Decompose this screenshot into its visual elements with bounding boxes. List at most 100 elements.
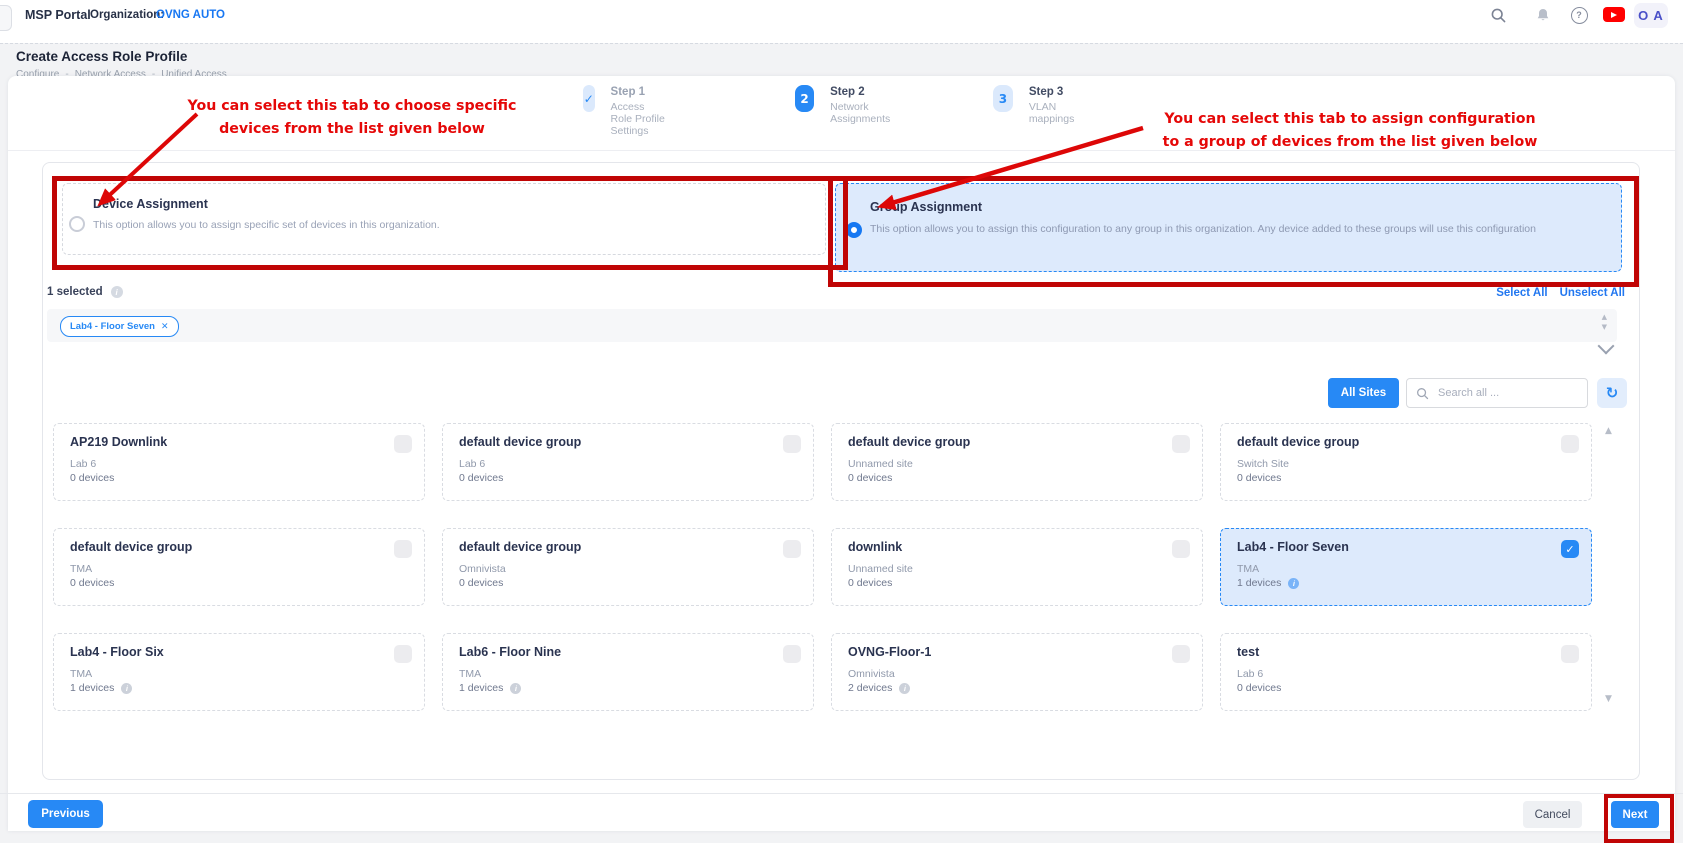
device-group-card[interactable]: downlink Unnamed site 0 devices: [831, 528, 1203, 606]
group-device-count: 1 devices: [1237, 577, 1281, 589]
device-group-card[interactable]: AP219 Downlink Lab 6 0 devices: [53, 423, 425, 501]
device-group-card[interactable]: default device group TMA 0 devices: [53, 528, 425, 606]
info-icon[interactable]: i: [111, 286, 123, 298]
group-name: default device group: [70, 540, 192, 554]
group-assignment-description: This option allows you to assign this co…: [870, 222, 1590, 237]
device-group-card[interactable]: Lab6 - Floor Nine TMA 1 devices i: [442, 633, 814, 711]
refresh-button[interactable]: ↻: [1597, 378, 1627, 408]
device-assignment-option[interactable]: Device Assignment This option allows you…: [62, 183, 826, 255]
device-group-card[interactable]: Lab4 - Floor Seven TMA 1 devices i ✓: [1220, 528, 1592, 606]
device-info-icon[interactable]: i: [899, 683, 910, 694]
all-sites-button[interactable]: All Sites: [1328, 378, 1399, 408]
group-site: Switch Site: [1237, 458, 1289, 470]
device-assignment-title: Device Assignment: [93, 197, 208, 211]
group-checkbox[interactable]: [783, 540, 801, 558]
search-input[interactable]: [1436, 386, 1570, 400]
group-device-count: 0 devices: [459, 472, 503, 484]
selected-count-row: 1 selected i: [47, 286, 123, 298]
step-subtitle: VLAN mappings: [1029, 101, 1083, 125]
device-assignment-radio[interactable]: [69, 216, 85, 232]
group-device-count: 1 devices: [459, 682, 503, 694]
group-name: default device group: [459, 540, 581, 554]
group-name: OVNG-Floor-1: [848, 645, 931, 659]
group-site: TMA: [70, 563, 92, 575]
device-info-icon[interactable]: i: [1288, 578, 1299, 589]
strip-scroll-spinner: ▲ ▼: [1602, 313, 1607, 331]
group-name: Lab4 - Floor Seven: [1237, 540, 1349, 554]
group-name: AP219 Downlink: [70, 435, 167, 449]
group-assignment-option[interactable]: Group Assignment This option allows you …: [835, 183, 1622, 272]
organization-value[interactable]: OVNG AUTO: [156, 9, 225, 21]
step-badge: 3: [993, 85, 1013, 112]
grid-scroll-down-icon[interactable]: ▼: [1605, 694, 1612, 704]
group-assignment-radio[interactable]: [846, 222, 862, 238]
device-group-card[interactable]: default device group Unnamed site 0 devi…: [831, 423, 1203, 501]
group-checkbox[interactable]: [1561, 435, 1579, 453]
group-checkbox[interactable]: [783, 435, 801, 453]
device-group-card[interactable]: default device group Lab 6 0 devices: [442, 423, 814, 501]
selection-links: Select All Unselect All: [1450, 287, 1625, 299]
group-site: Unnamed site: [848, 458, 913, 470]
group-name: default device group: [848, 435, 970, 449]
group-checkbox[interactable]: [394, 645, 412, 663]
group-checkbox[interactable]: [1561, 645, 1579, 663]
group-assignment-title: Group Assignment: [870, 200, 982, 214]
search-box: [1406, 378, 1588, 408]
next-button[interactable]: Next: [1611, 801, 1659, 828]
device-group-card[interactable]: OVNG-Floor-1 Omnivista 2 devices i: [831, 633, 1203, 711]
stepper-divider: [8, 150, 1675, 151]
chip-list: Lab4 - Floor Seven ✕: [47, 309, 1617, 342]
bell-icon[interactable]: [1534, 6, 1552, 24]
chip-remove-icon[interactable]: ✕: [161, 322, 169, 332]
group-device-count: 0 devices: [1237, 472, 1281, 484]
group-name: default device group: [459, 435, 581, 449]
stepper-step[interactable]: ✓ Step 1 Access Role Profile Settings: [583, 85, 665, 137]
group-checkbox[interactable]: [394, 435, 412, 453]
top-bar: MSP Portal Organization: OVNG AUTO ? O A: [0, 0, 1683, 43]
chip-label: Lab4 - Floor Seven: [70, 321, 155, 332]
group-site: Omnivista: [459, 563, 506, 575]
search-icon[interactable]: [1489, 6, 1507, 24]
stepper-step[interactable]: 3 Step 3 VLAN mappings: [993, 85, 1083, 125]
device-info-icon[interactable]: i: [121, 683, 132, 694]
device-group-card[interactable]: default device group Switch Site 0 devic…: [1220, 423, 1592, 501]
group-site: Lab 6: [1237, 668, 1263, 680]
help-icon[interactable]: ?: [1570, 6, 1588, 24]
selected-chip[interactable]: Lab4 - Floor Seven ✕: [60, 316, 179, 337]
group-device-count: 0 devices: [848, 577, 892, 589]
group-checkbox[interactable]: [783, 645, 801, 663]
device-group-card[interactable]: test Lab 6 0 devices: [1220, 633, 1592, 711]
group-site: TMA: [70, 668, 92, 680]
app-title: MSP Portal: [25, 8, 91, 22]
group-checkbox[interactable]: [1172, 435, 1190, 453]
group-name: default device group: [1237, 435, 1359, 449]
grid-scroll-up-icon[interactable]: ▲: [1605, 426, 1612, 436]
group-site: TMA: [459, 668, 481, 680]
search-icon: [1416, 387, 1429, 400]
header-separator: [0, 43, 1683, 44]
group-device-count: 0 devices: [70, 577, 114, 589]
group-checkbox[interactable]: ✓: [1561, 540, 1579, 558]
group-device-count: 1 devices: [70, 682, 114, 694]
group-site: Lab 6: [70, 458, 96, 470]
footer-divider: [0, 793, 1683, 794]
select-all-link[interactable]: Select All: [1496, 287, 1547, 299]
group-checkbox[interactable]: [394, 540, 412, 558]
device-group-card[interactable]: Lab4 - Floor Six TMA 1 devices i: [53, 633, 425, 711]
group-site: Lab 6: [459, 458, 485, 470]
cancel-button[interactable]: Cancel: [1523, 801, 1582, 828]
scroll-down-icon[interactable]: ▼: [1602, 323, 1607, 331]
group-checkbox[interactable]: [1172, 645, 1190, 663]
scroll-up-icon[interactable]: ▲: [1602, 313, 1607, 321]
previous-button[interactable]: Previous: [28, 800, 103, 828]
avatar[interactable]: O A: [1634, 3, 1668, 28]
stepper-step[interactable]: 2 Step 2 Network Assignments: [795, 85, 899, 125]
group-site: Unnamed site: [848, 563, 913, 575]
sidebar-handle[interactable]: [0, 5, 12, 31]
device-group-card[interactable]: default device group Omnivista 0 devices: [442, 528, 814, 606]
play-triangle: [1611, 12, 1617, 18]
youtube-icon[interactable]: [1603, 7, 1625, 22]
unselect-all-link[interactable]: Unselect All: [1560, 287, 1625, 299]
device-info-icon[interactable]: i: [510, 683, 521, 694]
group-checkbox[interactable]: [1172, 540, 1190, 558]
